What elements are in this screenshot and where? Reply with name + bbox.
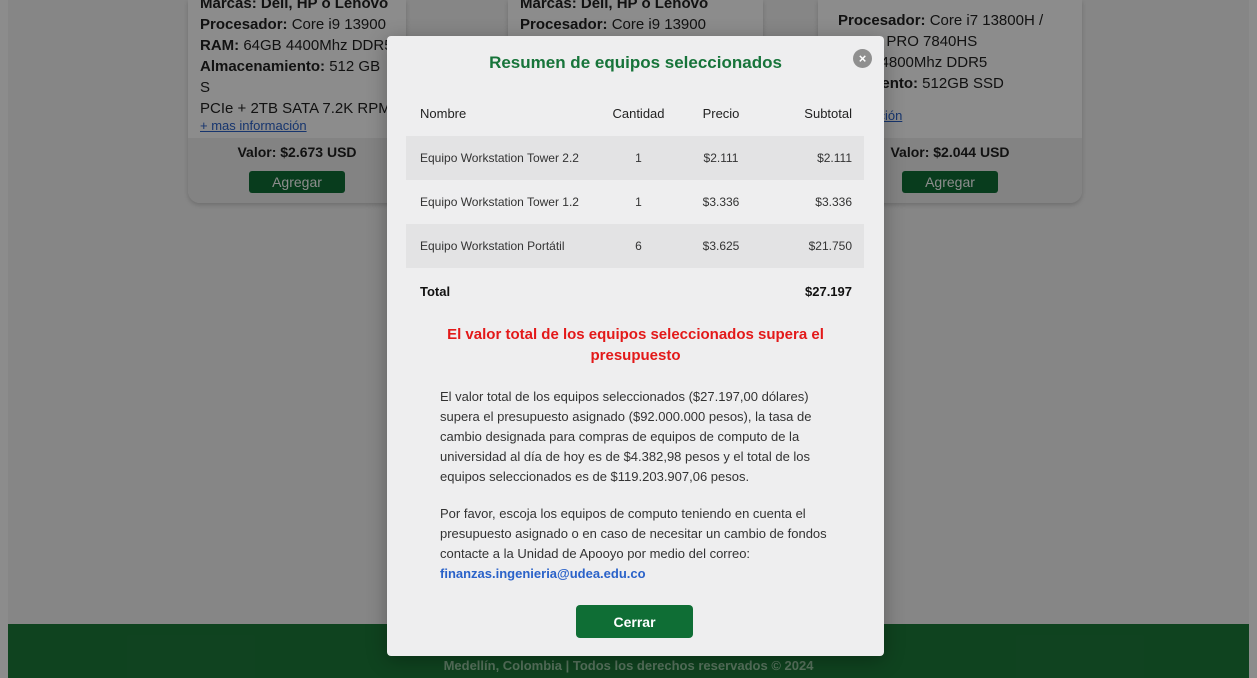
total-value: $27.197 xyxy=(805,283,852,299)
table-row: Equipo Workstation Tower 1.2 1 $3.336 $3… xyxy=(406,180,864,224)
cell-price: $2.111 xyxy=(681,136,761,180)
cell-price: $3.336 xyxy=(702,195,740,209)
summary-modal: Resumen de equipos seleccionados × Nombr… xyxy=(387,36,884,656)
contact-email-link[interactable]: finanzas.ingenieria@udea.edu.co xyxy=(440,566,646,581)
close-button[interactable]: Cerrar xyxy=(576,605,693,638)
cell-subtotal: $21.750 xyxy=(761,224,864,268)
cell-name: Equipo Workstation Portátil xyxy=(406,224,596,268)
cell-price: $3.625 xyxy=(681,224,761,268)
summary-table: Nombre Cantidad Precio Subtotal Equipo W… xyxy=(406,90,864,314)
instructions-text: Por favor, escoja los equipos de computo… xyxy=(440,504,840,584)
column-header-name: Nombre xyxy=(420,105,467,121)
cell-quantity: 1 xyxy=(596,136,681,180)
budget-warning: El valor total de los equipos selecciona… xyxy=(447,326,824,364)
column-header-quantity: Cantidad xyxy=(612,105,665,121)
modal-title: Resumen de equipos seleccionados xyxy=(489,53,782,72)
table-row: Equipo Workstation Portátil 6 $3.625 $21… xyxy=(406,224,864,268)
budget-explanation: El valor total de los equipos selecciona… xyxy=(440,389,812,484)
close-icon[interactable]: × xyxy=(853,49,872,68)
cell-quantity: 1 xyxy=(635,195,642,209)
total-label: Total xyxy=(420,283,451,299)
instructions-body: Por favor, escoja los equipos de computo… xyxy=(440,506,827,561)
cell-subtotal: $3.336 xyxy=(815,195,852,209)
cell-subtotal: $2.111 xyxy=(761,136,864,180)
table-header-row: Nombre Cantidad Precio Subtotal xyxy=(406,90,864,136)
cell-name: Equipo Workstation Tower 1.2 xyxy=(420,195,579,209)
table-row: Equipo Workstation Tower 2.2 1 $2.111 $2… xyxy=(406,136,864,180)
total-row: Total $27.197 xyxy=(406,268,864,314)
column-header-subtotal: Subtotal xyxy=(804,105,852,121)
cell-name: Equipo Workstation Tower 2.2 xyxy=(406,136,596,180)
cell-quantity: 6 xyxy=(596,224,681,268)
column-header-price: Precio xyxy=(702,105,740,121)
